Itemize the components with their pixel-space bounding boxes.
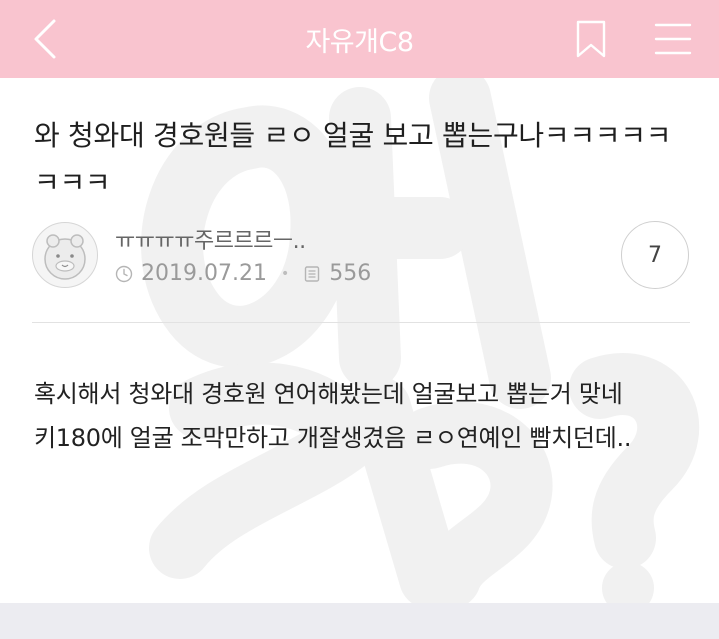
divider: [32, 322, 690, 323]
author-name[interactable]: ㅠㅠㅠㅠ주르르르ㅡ..: [115, 223, 306, 255]
post-body: 혹시해서 청와대 경호원 연어해봤는데 얼굴보고 뽑는거 맞네 키180에 얼굴…: [34, 372, 694, 460]
clock-icon: [115, 265, 133, 282]
footer-separator: [0, 603, 719, 639]
board-title: 자유개C8: [305, 27, 414, 58]
view-count: 556: [329, 261, 372, 286]
menu-icon[interactable]: [654, 22, 692, 56]
post-date: 2019.07.21: [141, 261, 267, 286]
post-meta: 2019.07.21 • 556: [115, 261, 371, 286]
post-title: 와 청와대 경호원들 ㄹㅇ 얼굴 보고 뽑는구나ㅋㅋㅋㅋㅋㅋㅋㅋ: [34, 119, 672, 199]
comment-count-button[interactable]: 7: [621, 221, 689, 289]
post-body-line: 키180에 얼굴 조막만하고 개잘생겼음 ㄹㅇ연예인 빰치던데..: [34, 424, 632, 452]
views-icon: [305, 265, 320, 282]
author-avatar[interactable]: [32, 222, 98, 288]
bookmark-icon[interactable]: [574, 20, 608, 58]
comment-count: 7: [648, 242, 662, 268]
top-app-bar: 자유개C8: [0, 0, 719, 78]
post-body-line: 혹시해서 청와대 경호원 연어해봤는데 얼굴보고 뽑는거 맞네: [34, 380, 623, 408]
meta-separator: •: [280, 265, 290, 282]
avatar-icon: [44, 234, 86, 280]
